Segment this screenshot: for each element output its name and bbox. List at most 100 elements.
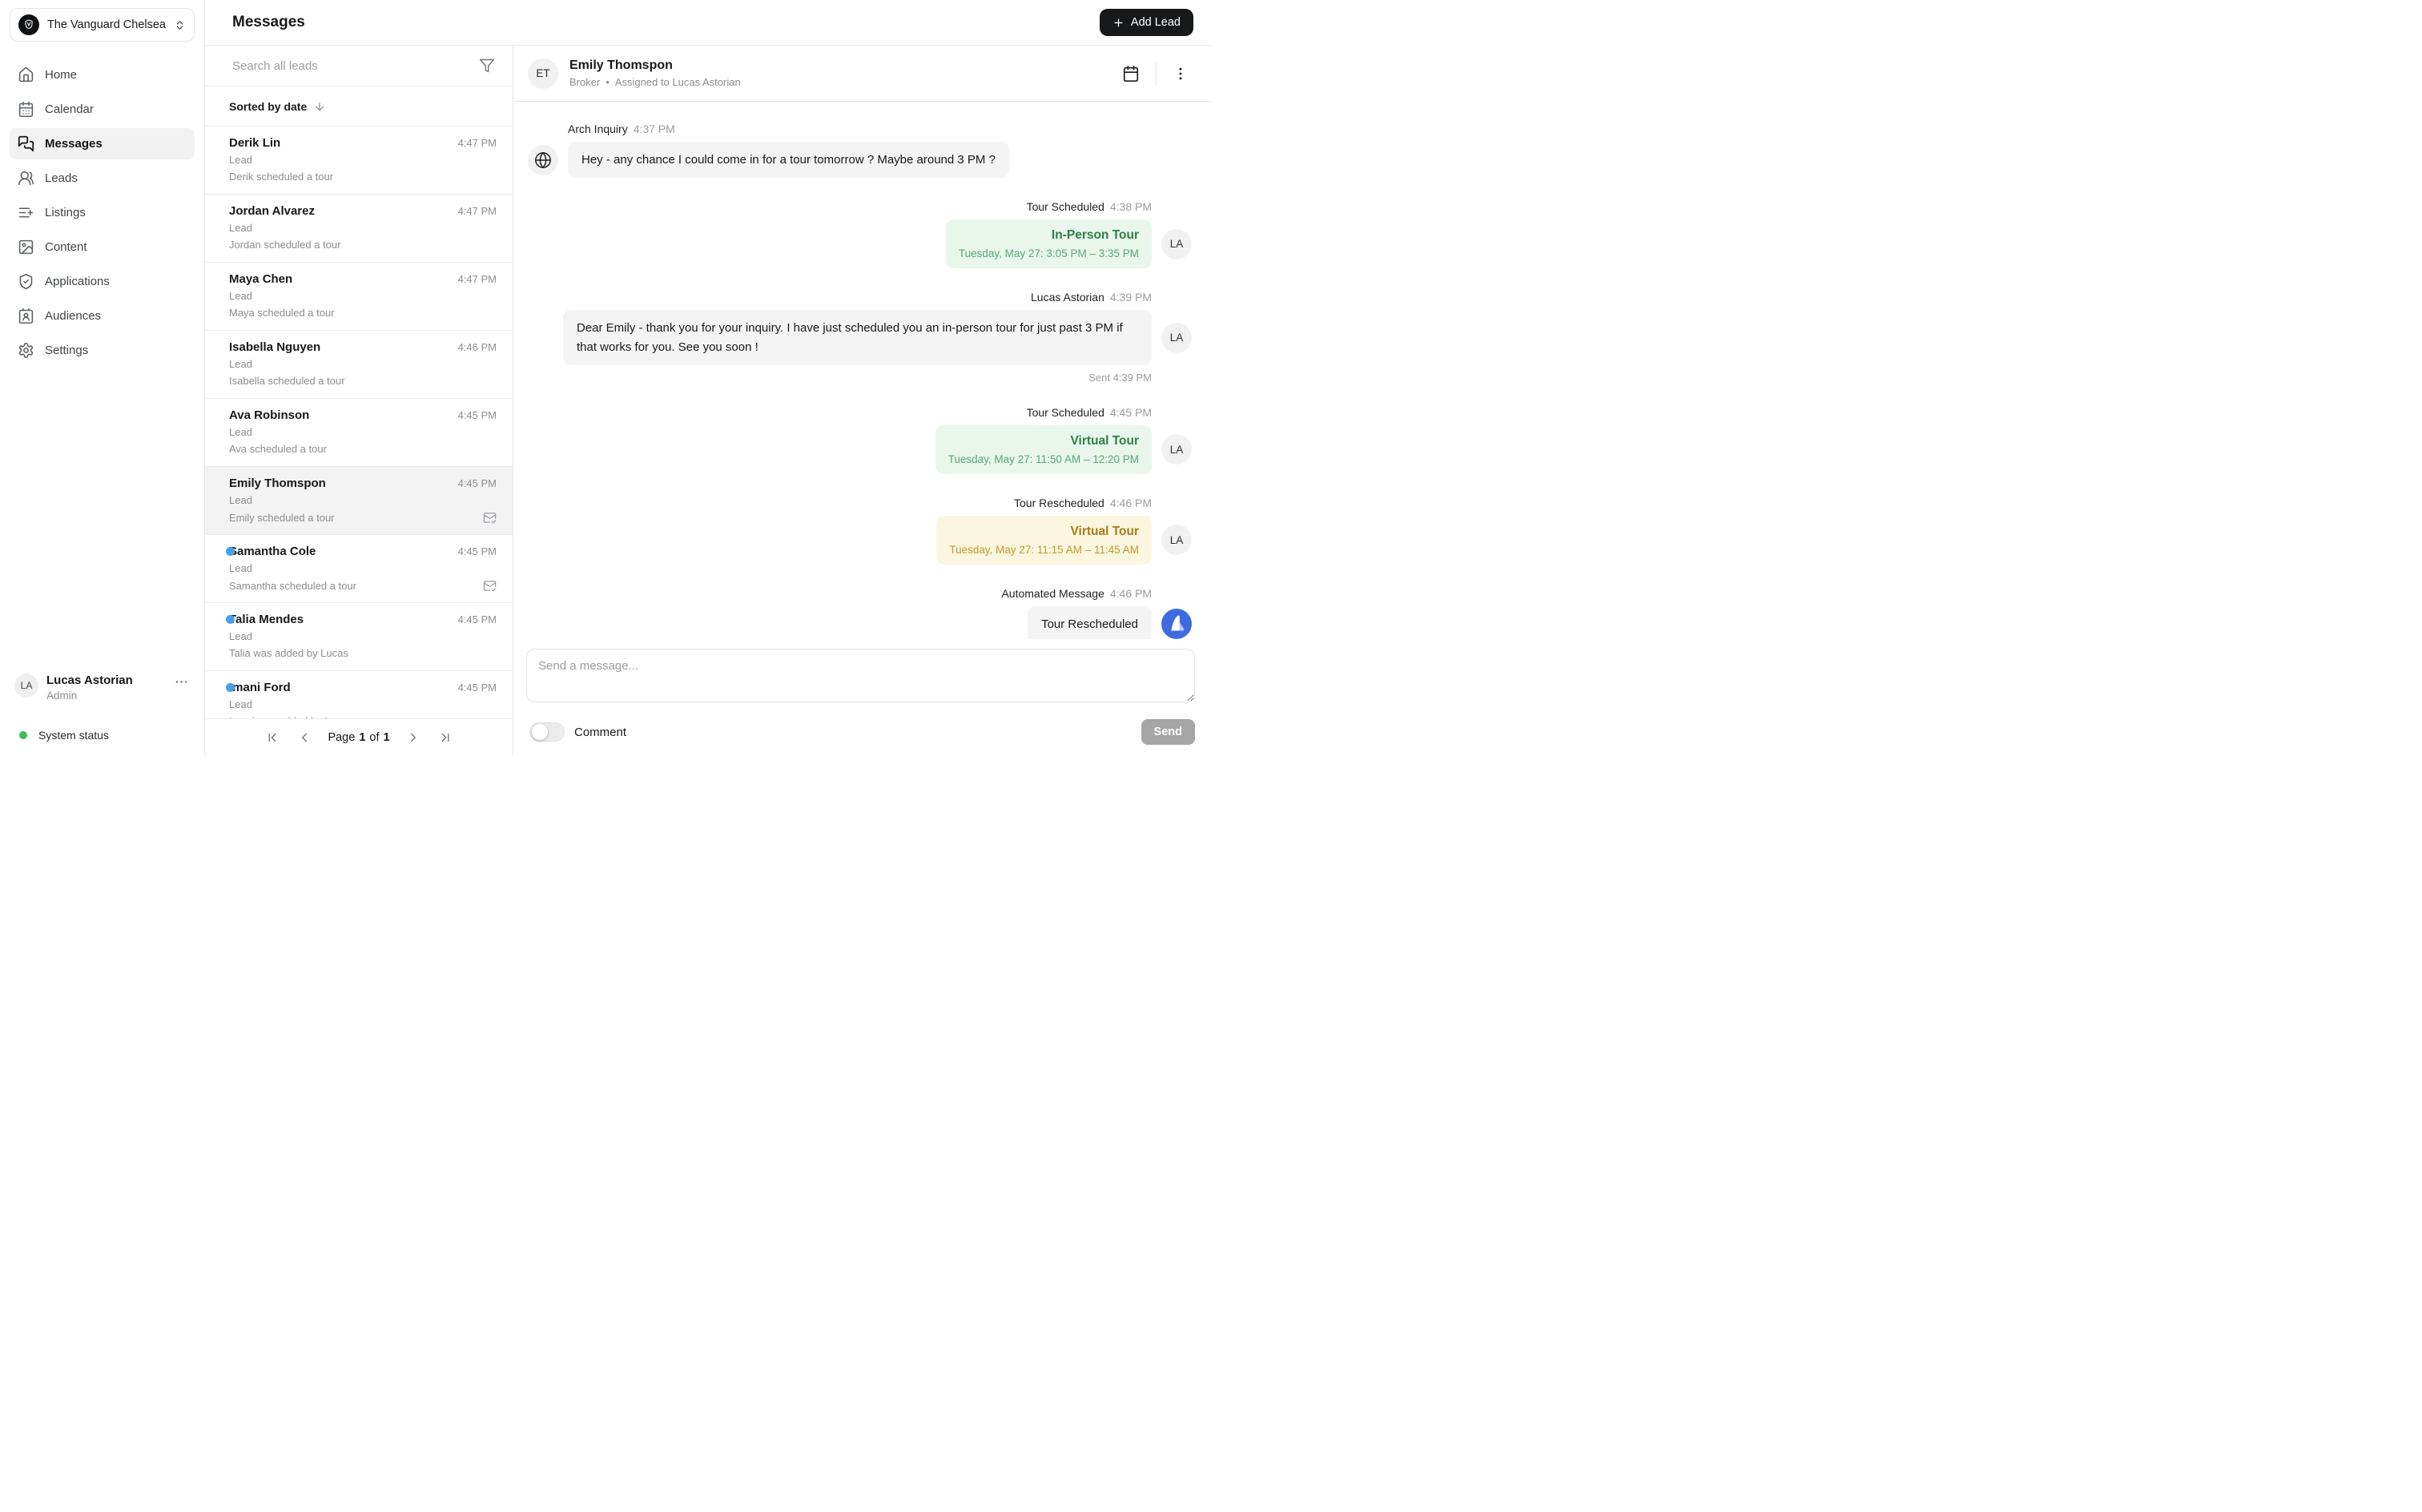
message-list[interactable]: Arch Inquiry 4:37 PM Hey - any chance I … bbox=[513, 102, 1211, 639]
messages-icon bbox=[18, 135, 34, 152]
lead-status: Ava scheduled a tour bbox=[229, 443, 327, 455]
sidebar-item-label: Settings bbox=[45, 344, 89, 357]
sidebar-item-audiences[interactable]: Audiences bbox=[10, 300, 195, 332]
send-button[interactable]: Send bbox=[1141, 719, 1195, 745]
lead-name: Talia Mendes bbox=[226, 613, 304, 626]
message-input[interactable] bbox=[526, 649, 1195, 702]
lead-type: Lead bbox=[229, 290, 252, 302]
lead-time: 4:45 PM bbox=[457, 477, 497, 489]
lead-time: 4:47 PM bbox=[457, 137, 497, 149]
sidebar-item-label: Messages bbox=[45, 137, 103, 151]
lead-list-item[interactable]: Maya Chen 4:47 PM Lead Maya scheduled a … bbox=[205, 263, 513, 331]
comment-toggle[interactable] bbox=[529, 722, 565, 742]
first-page-button[interactable] bbox=[264, 729, 281, 746]
tour-rescheduled-event: Tour Rescheduled 4:46 PM Virtual Tour Tu… bbox=[528, 497, 1192, 565]
comment-toggle-label: Comment bbox=[574, 725, 627, 739]
lead-time: 4:47 PM bbox=[457, 205, 497, 217]
tour-card[interactable]: Virtual Tour Tuesday, May 27: 11:50 AM –… bbox=[935, 424, 1152, 474]
system-status-label: System status bbox=[38, 729, 109, 742]
sidebar-item-leads[interactable]: Leads bbox=[10, 163, 195, 194]
sidebar-item-listings[interactable]: Listings bbox=[10, 197, 195, 228]
sidebar-item-content[interactable]: Content bbox=[10, 231, 195, 263]
lead-type: Lead bbox=[229, 698, 252, 710]
message-outbound: Lucas Astorian 4:39 PM Dear Emily - than… bbox=[528, 291, 1192, 384]
pagination: Page 1 of 1 bbox=[205, 718, 513, 756]
tour-card[interactable]: Virtual Tour Tuesday, May 27: 11:15 AM –… bbox=[936, 515, 1152, 565]
lead-list: Derik Lin 4:47 PM Lead Derik scheduled a… bbox=[205, 127, 513, 718]
lead-time: 4:45 PM bbox=[457, 409, 497, 421]
lead-list-item[interactable]: Talia Mendes 4:45 PM Lead Talia was adde… bbox=[205, 603, 513, 671]
lead-list-item[interactable]: Isabella Nguyen 4:46 PM Lead Isabella sc… bbox=[205, 331, 513, 399]
chevron-up-down-icon bbox=[174, 19, 186, 31]
sidebar-item-home[interactable]: Home bbox=[10, 59, 195, 90]
user-menu-ellipsis-icon[interactable] bbox=[173, 674, 190, 690]
agent-avatar: LA bbox=[1161, 434, 1192, 465]
lead-list-panel: Sorted by date Derik Lin 4:47 PM Lead De… bbox=[205, 46, 513, 756]
lead-name: Jordan Alvarez bbox=[229, 204, 315, 218]
lead-type: Lead bbox=[229, 494, 252, 506]
sidebar: The Vanguard Chelsea Home Calendar Messa… bbox=[0, 0, 205, 756]
filter-funnel-icon[interactable] bbox=[479, 58, 495, 74]
message-inbound: Arch Inquiry 4:37 PM Hey - any chance I … bbox=[528, 123, 1192, 179]
sidebar-item-label: Applications bbox=[45, 275, 110, 288]
kebab-menu-button[interactable] bbox=[1169, 62, 1192, 85]
lead-type: Lead bbox=[229, 426, 252, 438]
lead-time: 4:45 PM bbox=[457, 545, 497, 557]
vanguard-shield-logo-icon bbox=[18, 14, 39, 35]
top-header: Messages Add Lead bbox=[205, 0, 1211, 46]
lead-list-item[interactable]: Samantha Cole 4:45 PM Lead Samantha sche… bbox=[205, 535, 513, 603]
conversation-header: ET Emily Thomspon Broker • Assigned to Luc… bbox=[513, 46, 1211, 102]
property-selector[interactable]: The Vanguard Chelsea bbox=[10, 8, 195, 42]
lead-list-item[interactable]: Imani Ford 4:45 PM Lead Imani was added … bbox=[205, 671, 513, 718]
search-input[interactable] bbox=[232, 58, 471, 73]
message-time: 4:37 PM bbox=[633, 123, 675, 135]
sidebar-item-applications[interactable]: Applications bbox=[10, 266, 195, 297]
lead-status: Talia was added by Lucas bbox=[229, 647, 348, 659]
list-plus-icon bbox=[18, 204, 34, 221]
contact-subtitle: Broker • Assigned to Lucas Astorian bbox=[569, 76, 741, 88]
lead-name: Emily Thomspon bbox=[229, 477, 326, 490]
user-name: Lucas Astorian bbox=[46, 674, 133, 687]
lead-status: Maya scheduled a tour bbox=[229, 307, 335, 319]
lead-name: Ava Robinson bbox=[229, 408, 310, 422]
sort-control[interactable]: Sorted by date bbox=[205, 86, 513, 127]
tour-card[interactable]: In-Person Tour Tuesday, May 27: 3:05 PM … bbox=[945, 219, 1152, 269]
lead-name: Imani Ford bbox=[226, 681, 291, 694]
sidebar-item-label: Calendar bbox=[45, 103, 94, 116]
page-title: Messages bbox=[232, 14, 305, 30]
calendar-button[interactable] bbox=[1119, 62, 1143, 86]
gear-icon bbox=[18, 342, 34, 359]
conversation-panel: ET Emily Thomspon Broker • Assigned to Luc… bbox=[513, 46, 1211, 756]
lead-time: 4:46 PM bbox=[457, 341, 497, 353]
lead-list-item[interactable]: Jordan Alvarez 4:47 PM Lead Jordan sched… bbox=[205, 195, 513, 263]
lead-name: Derik Lin bbox=[229, 136, 281, 150]
status-dot-icon bbox=[19, 731, 27, 739]
prev-page-button[interactable] bbox=[296, 729, 313, 746]
contact-card-icon bbox=[18, 308, 34, 324]
shield-check-icon bbox=[18, 273, 34, 290]
contact-avatar: ET bbox=[528, 58, 558, 89]
lead-list-item[interactable]: Derik Lin 4:47 PM Lead Derik scheduled a… bbox=[205, 127, 513, 195]
arrow-down-icon bbox=[313, 100, 326, 113]
sidebar-item-messages[interactable]: Messages bbox=[10, 128, 195, 159]
agent-avatar: LA bbox=[1161, 525, 1192, 556]
lead-list-item[interactable]: Emily Thomspon 4:45 PM Lead Emily schedu… bbox=[205, 467, 513, 535]
automated-message: Automated Message 4:46 PM Tour Reschedul… bbox=[528, 587, 1192, 639]
system-status[interactable]: System status bbox=[10, 729, 195, 742]
next-page-button[interactable] bbox=[404, 729, 422, 746]
add-lead-button[interactable]: Add Lead bbox=[1099, 9, 1193, 36]
lead-type: Lead bbox=[229, 358, 252, 370]
last-page-button[interactable] bbox=[437, 729, 454, 746]
sent-status: Sent 4:39 PM bbox=[1088, 371, 1152, 384]
user-avatar: LA bbox=[14, 674, 38, 698]
sidebar-nav: Home Calendar Messages Leads Listings Co… bbox=[10, 59, 195, 366]
lead-name: Isabella Nguyen bbox=[229, 340, 321, 354]
agent-avatar: LA bbox=[1161, 322, 1192, 353]
sidebar-item-settings[interactable]: Settings bbox=[10, 335, 195, 366]
image-icon bbox=[18, 239, 34, 255]
unread-indicator-dot bbox=[226, 683, 235, 692]
lead-list-item[interactable]: Ava Robinson 4:45 PM Lead Ava scheduled … bbox=[205, 399, 513, 467]
sidebar-item-calendar[interactable]: Calendar bbox=[10, 94, 195, 125]
globe-avatar-icon bbox=[528, 144, 558, 175]
sidebar-item-label: Content bbox=[45, 240, 87, 254]
